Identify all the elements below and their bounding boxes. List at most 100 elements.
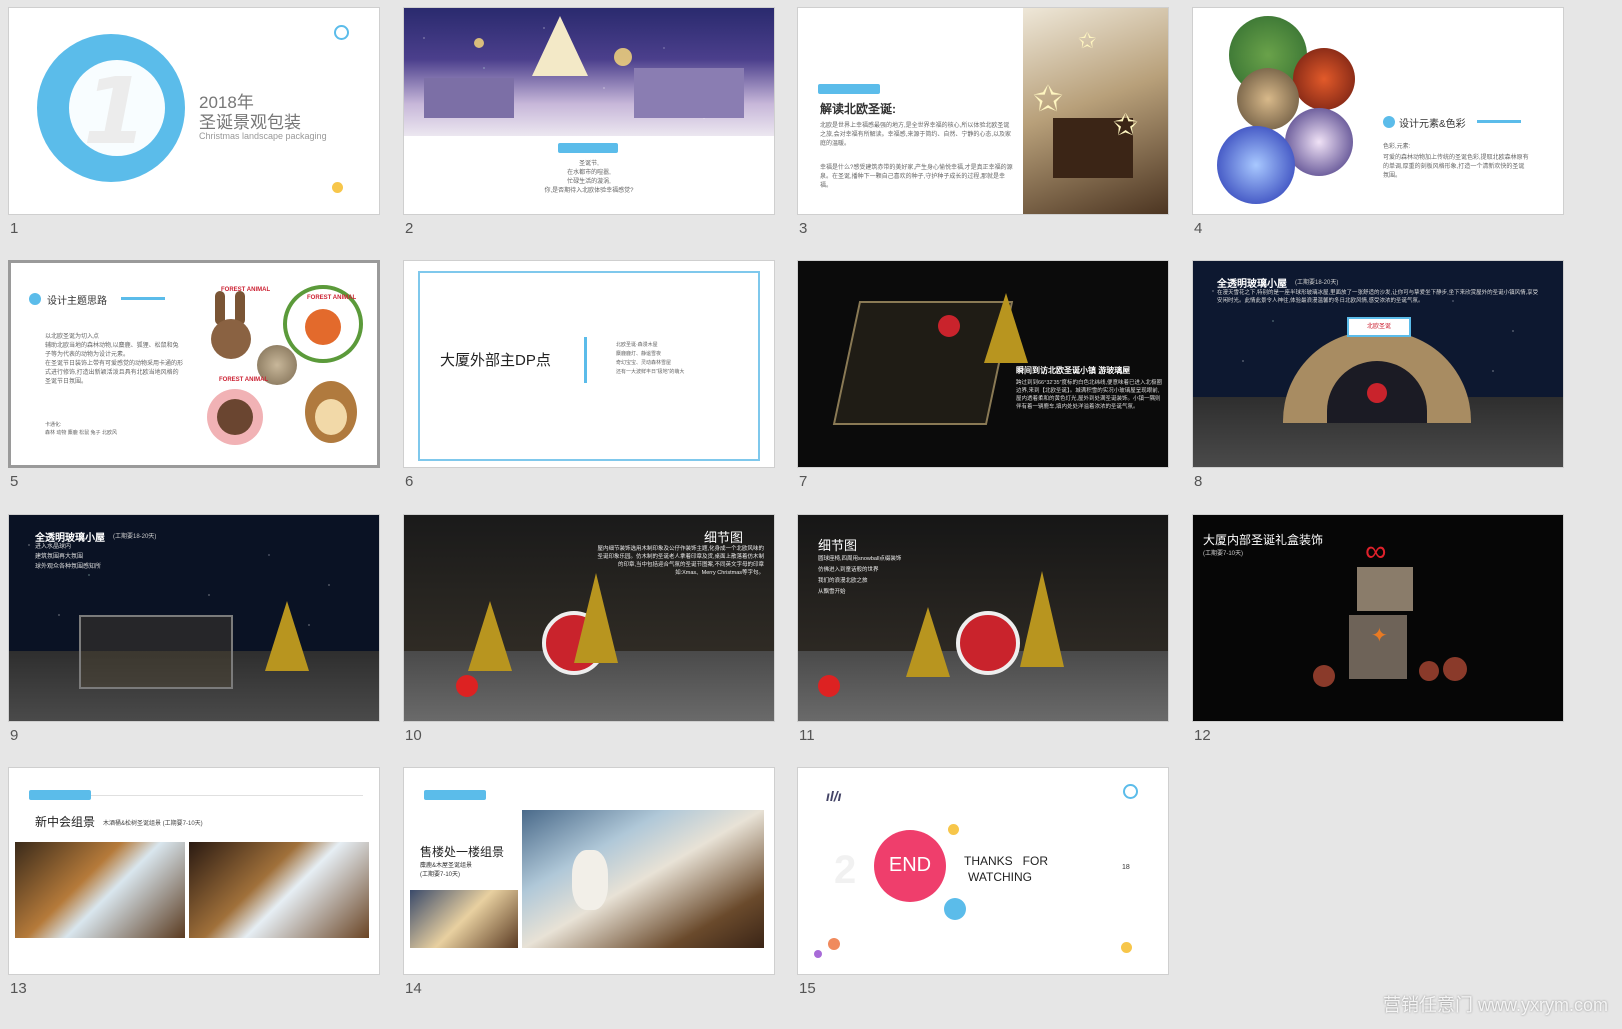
slide-number: 4	[1194, 220, 1203, 237]
gate-sign: 北欧圣诞	[1347, 317, 1411, 337]
body-text: 屋内细节装饰选用木制印象及公仔作装饰主题,化身成一个北欧风味的圣诞印象乐园。仿木…	[597, 546, 764, 576]
slide-thumb-8[interactable]: 全透明玻璃小屋 (工期要18-20天) 在漫天雪花之下,特别的是一座半球形玻璃冰…	[1192, 260, 1564, 522]
list-line: 北欧圣诞·森漫木屋	[616, 342, 658, 348]
slide-number: 15	[799, 980, 816, 997]
slide-14[interactable]: 售楼处一楼组景 麋鹿&木屋圣诞组景 (工期要7-10天)	[403, 767, 775, 975]
slide-thumb-3[interactable]: 解读北欧圣诞: 北欧是世界上幸福感最强的地方,是全世界幸福的核心,所以体验北欧圣…	[797, 7, 1169, 269]
star-icon: ✦	[1371, 625, 1388, 647]
slide-thumb-11[interactable]: 细节图 圆球座椅,四周用snowball点缀装饰 仿佛进入到童话般的世界 我们的…	[797, 514, 1169, 776]
slide-thumb-10[interactable]: 细节图 屋内细节装饰选用木制印象及公仔作装饰主题,化身成一个北欧风味的圣诞印象乐…	[403, 514, 775, 776]
slide-6[interactable]: 大厦外部主DP点 北欧圣诞·森漫木屋 麋鹿鹿灯、静谧雪夜 奇幻宝宝、灵动森林雪屋…	[403, 260, 775, 468]
list-line: 圆球座椅,四周用snowball点缀装饰	[818, 556, 902, 562]
body-text: 跨过到到66°32′35″度标的白色北纬线,便意味着已进入北极圈边界,来到【北欧…	[1016, 380, 1163, 410]
photo-circle	[1285, 108, 1353, 176]
accent-bar	[424, 790, 486, 800]
christmas-tree	[984, 293, 1028, 363]
slide-title: 圣诞景观包装	[199, 113, 301, 132]
slide-thumb-12[interactable]: 大厦内部圣诞礼盒装饰 (工期要7-10天) ∞ ✦ 12	[1192, 514, 1564, 776]
slide-thumb-13[interactable]: 新中会组景 木酒桶&松树圣诞组景 (工期要7-10天) 13	[8, 767, 380, 1029]
section-heading: 大厦内部圣诞礼盒装饰	[1203, 533, 1324, 547]
red-egg-chair	[956, 611, 1020, 675]
list-line: 仿佛进入到童话般的世界	[818, 567, 879, 573]
slide-thumb-6[interactable]: 大厦外部主DP点 北欧圣诞·森漫木屋 麋鹿鹿灯、静谧雪夜 奇幻宝宝、灵动森林雪屋…	[403, 260, 775, 522]
slide-thumb-15[interactable]: ıl/ı 2 END THANKS FOR WATCHING 18 15	[797, 767, 1169, 1029]
ornament-ball	[1419, 661, 1439, 681]
section-heading: 细节图	[704, 530, 744, 545]
list-line: 我们的浪漫北欧之旅	[818, 578, 868, 584]
blue-dot-icon	[944, 898, 966, 920]
section-heading: 全透明玻璃小屋	[35, 533, 105, 544]
glass-house-render	[79, 615, 233, 689]
list-line: 建筑氛围再大氛围	[35, 554, 84, 560]
plus-circle-icon	[1123, 784, 1138, 799]
splash-dot	[814, 950, 822, 958]
intro-line: 在水都市的喧嚣,	[567, 170, 611, 176]
list-line: 麋鹿鹿灯、静谧雪夜	[616, 351, 662, 357]
slide-number: 12	[1194, 727, 1211, 744]
slide-thumb-5[interactable]: 设计主题思路 以北欧圣诞为切入点 辅助北欧当地的森林动物,以麋鹿、狐狸、松鼠和兔…	[8, 260, 380, 522]
heading-rule	[91, 795, 363, 796]
slide-number: 11	[799, 727, 815, 744]
slide-9[interactable]: 全透明玻璃小屋 (工期要18-20天) 进入水晶球内 建筑氛围再大氛围 球外观众…	[8, 514, 380, 722]
slide-number: 3	[799, 220, 808, 237]
section-heading: 设计主题思路	[47, 296, 107, 307]
body-text: 可爱的森林动物加上传统的圣诞色彩,提取北欧森林原有的单调,厚重的刻板风格形象,打…	[1383, 155, 1529, 179]
slide-5[interactable]: 设计主题思路 以北欧圣诞为切入点 辅助北欧当地的森林动物,以麋鹿、狐狸、松鼠和兔…	[8, 260, 380, 468]
slide-10[interactable]: 细节图 屋内细节装饰选用木制印象及公仔作装饰主题,化身成一个北欧风味的圣诞印象乐…	[403, 514, 775, 722]
slide-thumb-1[interactable]: 1 2018年 圣诞景观包装 Christmas landscape packa…	[8, 7, 380, 269]
slide-13[interactable]: 新中会组景 木酒桶&松树圣诞组景 (工期要7-10天)	[8, 767, 380, 975]
divider	[584, 337, 587, 383]
slide-thumb-2[interactable]: 圣诞节, 在水都市的喧嚣, 忙碌生活的漩涡, 你,是否期待入北欧体验幸福感觉? …	[403, 7, 775, 269]
slide-thumb-9[interactable]: 全透明玻璃小屋 (工期要18-20天) 进入水晶球内 建筑氛围再大氛围 球外观众…	[8, 514, 380, 776]
section-heading: 设计元素&色彩	[1399, 119, 1466, 130]
slide-number: 14	[405, 980, 422, 997]
section-heading: 售楼处一楼组景	[420, 845, 505, 859]
heading-line	[1477, 120, 1521, 123]
body-text: 在漫天雪花之下,特别的是一座半球形玻璃冰屋,里面放了一张舒适的沙发,让你可与挚爱…	[1217, 290, 1539, 304]
gift-box-top	[1357, 567, 1413, 611]
subheading: 木酒桶&松树圣诞组景 (工期要7-10天)	[103, 821, 203, 827]
slide-number: 8	[1194, 473, 1203, 490]
slide-15[interactable]: ıl/ı 2 END THANKS FOR WATCHING 18	[797, 767, 1169, 975]
slide-1[interactable]: 1 2018年 圣诞景观包装 Christmas landscape packa…	[8, 7, 380, 215]
intro-line: 忙碌生活的漩涡,	[567, 179, 611, 185]
period-text: (工期要7-10天)	[1203, 551, 1244, 557]
deer-illustration: FOREST ANIMAL	[197, 373, 273, 449]
slide-12[interactable]: 大厦内部圣诞礼盒装饰 (工期要7-10天) ∞ ✦	[1192, 514, 1564, 722]
slide-7[interactable]: 瞬间到访北欧圣诞小镇 游玻璃屋 跨过到到66°32′35″度标的白色北纬线,便意…	[797, 260, 1169, 468]
body-text: 以北欧圣诞为切入点 辅助北欧当地的森林动物,以麋鹿、狐狸、松鼠和兔子等为代表的动…	[45, 334, 184, 385]
slide-2[interactable]: 圣诞节, 在水都市的喧嚣, 忙碌生活的漩涡, 你,是否期待入北欧体验幸福感觉?	[403, 7, 775, 215]
slide-thumb-4[interactable]: 设计元素&色彩 色彩,元素: 可爱的森林动物加上传统的圣诞色彩,提取北欧森林原有…	[1192, 7, 1564, 269]
big-digit: 1	[83, 58, 148, 165]
slide-4[interactable]: 设计元素&色彩 色彩,元素: 可爱的森林动物加上传统的圣诞色彩,提取北欧森林原有…	[1192, 7, 1564, 215]
photo-circle	[1217, 126, 1295, 204]
body-text: 北欧是世界上幸福感最强的地方,是全世界幸福的核心,所以体验北欧圣诞之旅,会对幸福…	[820, 123, 1012, 147]
slide-11[interactable]: 细节图 圆球座椅,四周用snowball点缀装饰 仿佛进入到童话般的世界 我们的…	[797, 514, 1169, 722]
section-heading: 瞬间到访北欧圣诞小镇 游玻璃屋	[1016, 366, 1131, 375]
list-line: 奇幻宝宝、灵动森林雪屋	[616, 360, 672, 366]
logo-icon: ıl/ı	[826, 788, 842, 804]
photo-circle	[1293, 48, 1355, 110]
accent-bar	[818, 84, 880, 94]
yellow-dot-icon	[332, 182, 343, 193]
slide-thumb-7[interactable]: 瞬间到访北欧圣诞小镇 游玻璃屋 跨过到到66°32′35″度标的白色北纬线,便意…	[797, 260, 1169, 522]
thanks-text: THANKS FOR	[964, 854, 1049, 868]
slide-number: 1	[10, 220, 19, 237]
intro-line: 你,是否期待入北欧体验幸福感觉?	[544, 188, 634, 194]
slide-subtitle: Christmas landscape packaging	[199, 131, 327, 141]
slide-thumb-14[interactable]: 售楼处一楼组景 麋鹿&木屋圣诞组景 (工期要7-10天) 14	[403, 767, 775, 1029]
plus-circle-icon	[334, 25, 349, 40]
santa-figure	[818, 675, 840, 697]
watching-text: WATCHING	[968, 870, 1032, 884]
slide-3[interactable]: 解读北欧圣诞: 北欧是世界上幸福感最强的地方,是全世界幸福的核心,所以体验北欧圣…	[797, 7, 1169, 215]
slide-8[interactable]: 全透明玻璃小屋 (工期要18-20天) 在漫天雪花之下,特别的是一座半球形玻璃冰…	[1192, 260, 1564, 468]
slide-number: 5	[10, 473, 19, 490]
watermark-text: 营销任意门 www.yxrym.com	[1383, 995, 1608, 1015]
list-line: 球外观众各种氛围感知所	[35, 564, 102, 570]
christmas-tree	[906, 607, 950, 677]
squirrel-display-photo	[189, 842, 369, 938]
slide-number: 6	[405, 473, 414, 490]
bullet-icon	[1383, 116, 1395, 128]
list-line: 还有一大波鲜丰日“极地”的萌大	[616, 369, 685, 375]
yellow-dot-icon	[948, 824, 959, 835]
